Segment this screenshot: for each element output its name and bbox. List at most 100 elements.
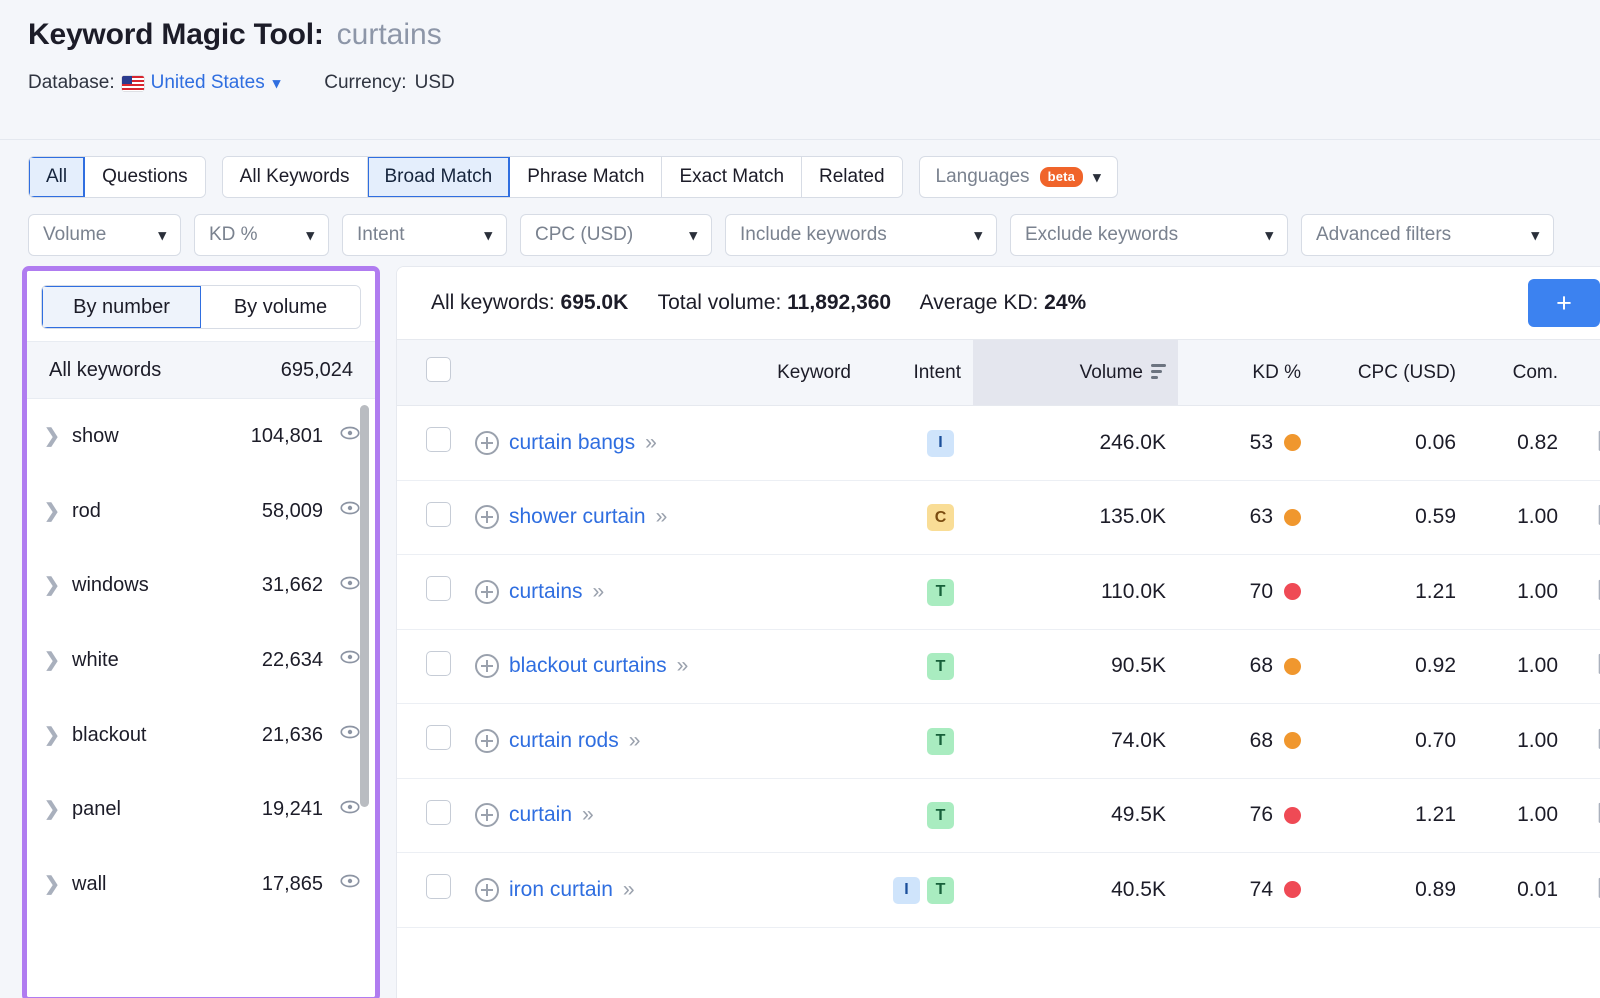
double-chevron-right-icon[interactable]: » bbox=[656, 505, 666, 529]
chevron-right-icon[interactable]: ❯ bbox=[44, 724, 72, 747]
sidebar-group-item[interactable]: ❯panel19,241 bbox=[27, 772, 375, 847]
sidebar-group-item[interactable]: ❯white22,634 bbox=[27, 623, 375, 698]
row-checkbox[interactable] bbox=[426, 502, 451, 527]
tab-related[interactable]: Related bbox=[802, 157, 902, 197]
row-select-cell[interactable] bbox=[397, 853, 463, 928]
sidebar-group-item[interactable]: ❯show104,801 bbox=[27, 399, 375, 474]
sidebar-group-item[interactable]: ❯wall17,865 bbox=[27, 847, 375, 922]
keyword-link[interactable]: iron curtain bbox=[509, 878, 613, 902]
keyword-link[interactable]: shower curtain bbox=[509, 505, 646, 529]
header-cpc[interactable]: CPC (USD) bbox=[1313, 340, 1468, 406]
chevron-down-icon[interactable]: ▾ bbox=[1531, 226, 1539, 244]
row-checkbox[interactable] bbox=[426, 576, 451, 601]
chevron-right-icon[interactable]: ❯ bbox=[44, 500, 72, 523]
add-keyword-icon[interactable] bbox=[475, 580, 499, 604]
intent-badge-t[interactable]: T bbox=[927, 877, 954, 904]
row-select-cell[interactable] bbox=[397, 778, 463, 853]
chevron-down-icon[interactable]: ▾ bbox=[484, 226, 492, 244]
header-com[interactable]: Com. bbox=[1468, 340, 1570, 406]
row-select-cell[interactable] bbox=[397, 555, 463, 630]
intent-badge-i[interactable]: I bbox=[893, 877, 920, 904]
tab-phrase-match[interactable]: Phrase Match bbox=[510, 157, 662, 197]
table-row[interactable]: curtains»T110.0K701.211.004-- bbox=[397, 555, 1600, 630]
double-chevron-right-icon[interactable]: » bbox=[623, 878, 633, 902]
header-sf[interactable]: SF bbox=[1570, 340, 1600, 406]
eye-icon[interactable] bbox=[339, 572, 361, 600]
add-keyword-icon[interactable] bbox=[475, 878, 499, 902]
row-select-cell[interactable] bbox=[397, 406, 463, 481]
double-chevron-right-icon[interactable]: » bbox=[629, 729, 639, 753]
intent-badge-c[interactable]: C bbox=[927, 504, 954, 531]
chevron-down-icon[interactable]: ▾ bbox=[689, 226, 697, 244]
chevron-down-icon[interactable]: ▾ bbox=[1093, 168, 1101, 186]
chevron-down-icon[interactable]: ▾ bbox=[306, 226, 314, 244]
intent-badge-t[interactable]: T bbox=[927, 653, 954, 680]
intent-badge-i[interactable]: I bbox=[927, 430, 954, 457]
filter-volume[interactable]: Volume ▾ bbox=[28, 214, 181, 256]
header-select-all[interactable] bbox=[397, 340, 463, 406]
row-checkbox[interactable] bbox=[426, 427, 451, 452]
filter-cpc[interactable]: CPC (USD) ▾ bbox=[520, 214, 712, 256]
header-volume[interactable]: Volume bbox=[973, 340, 1178, 406]
chevron-down-icon[interactable]: ▾ bbox=[974, 226, 982, 244]
tab-all[interactable]: All bbox=[29, 157, 85, 197]
row-checkbox[interactable] bbox=[426, 651, 451, 676]
add-keyword-icon[interactable] bbox=[475, 505, 499, 529]
tab-questions[interactable]: Questions bbox=[85, 157, 205, 197]
chevron-right-icon[interactable]: ❯ bbox=[44, 425, 72, 448]
add-keyword-icon[interactable] bbox=[475, 654, 499, 678]
table-row[interactable]: iron curtain»IT40.5K740.890.016-- bbox=[397, 853, 1600, 928]
row-select-cell[interactable] bbox=[397, 629, 463, 704]
chevron-right-icon[interactable]: ❯ bbox=[44, 798, 72, 821]
eye-icon[interactable] bbox=[339, 721, 361, 749]
double-chevron-right-icon[interactable]: » bbox=[677, 654, 687, 678]
row-select-cell[interactable] bbox=[397, 704, 463, 779]
table-row[interactable]: curtain rods»T74.0K680.701.006-- bbox=[397, 704, 1600, 779]
table-row[interactable]: curtain bangs»I246.0K530.060.826-- bbox=[397, 406, 1600, 481]
database-value[interactable]: United States bbox=[151, 72, 265, 94]
sort-descending-icon[interactable] bbox=[1151, 364, 1166, 379]
chevron-down-icon[interactable]: ▾ bbox=[158, 226, 166, 244]
table-row[interactable]: blackout curtains»T90.5K680.921.005-- bbox=[397, 629, 1600, 704]
intent-badge-t[interactable]: T bbox=[927, 728, 954, 755]
database-selector[interactable]: United States ▾ bbox=[122, 72, 281, 94]
double-chevron-right-icon[interactable]: » bbox=[593, 580, 603, 604]
eye-icon[interactable] bbox=[339, 796, 361, 824]
add-to-keyword-list-button[interactable]: + bbox=[1528, 279, 1600, 327]
add-keyword-icon[interactable] bbox=[475, 803, 499, 827]
row-checkbox[interactable] bbox=[426, 800, 451, 825]
keyword-link[interactable]: blackout curtains bbox=[509, 654, 667, 678]
chevron-right-icon[interactable]: ❯ bbox=[44, 873, 72, 896]
row-select-cell[interactable] bbox=[397, 480, 463, 555]
filter-intent[interactable]: Intent ▾ bbox=[342, 214, 507, 256]
keyword-link[interactable]: curtain bbox=[509, 803, 572, 827]
tab-all-keywords[interactable]: All Keywords bbox=[223, 157, 368, 197]
table-row[interactable]: shower curtain»C135.0K630.591.004-- bbox=[397, 480, 1600, 555]
sidebar-group-item[interactable]: ❯rod58,009 bbox=[27, 474, 375, 549]
eye-icon[interactable] bbox=[339, 497, 361, 525]
row-checkbox[interactable] bbox=[426, 725, 451, 750]
chevron-right-icon[interactable]: ❯ bbox=[44, 649, 72, 672]
filter-exclude-keywords[interactable]: Exclude keywords ▾ bbox=[1010, 214, 1288, 256]
tab-broad-match[interactable]: Broad Match bbox=[368, 157, 511, 197]
eye-icon[interactable] bbox=[339, 646, 361, 674]
keyword-link[interactable]: curtain bangs bbox=[509, 431, 635, 455]
sidebar-group-item[interactable]: ❯windows31,662 bbox=[27, 548, 375, 623]
eye-icon[interactable] bbox=[339, 422, 361, 450]
header-intent[interactable]: Intent bbox=[863, 340, 973, 406]
chevron-down-icon[interactable]: ▾ bbox=[1265, 226, 1273, 244]
sidebar-group-item[interactable]: ❯blackout21,636 bbox=[27, 698, 375, 773]
intent-badge-t[interactable]: T bbox=[927, 579, 954, 606]
chevron-right-icon[interactable]: ❯ bbox=[44, 574, 72, 597]
filter-kd[interactable]: KD % ▾ bbox=[194, 214, 329, 256]
tab-exact-match[interactable]: Exact Match bbox=[662, 157, 802, 197]
keyword-link[interactable]: curtains bbox=[509, 580, 583, 604]
header-kd[interactable]: KD % bbox=[1178, 340, 1313, 406]
languages-dropdown[interactable]: Languages beta ▾ bbox=[919, 156, 1118, 198]
intent-badge-t[interactable]: T bbox=[927, 802, 954, 829]
filter-include-keywords[interactable]: Include keywords ▾ bbox=[725, 214, 997, 256]
add-keyword-icon[interactable] bbox=[475, 729, 499, 753]
table-row[interactable]: curtain»T49.5K761.211.005-- bbox=[397, 778, 1600, 853]
toggle-by-volume[interactable]: By volume bbox=[201, 286, 360, 328]
double-chevron-right-icon[interactable]: » bbox=[582, 803, 592, 827]
